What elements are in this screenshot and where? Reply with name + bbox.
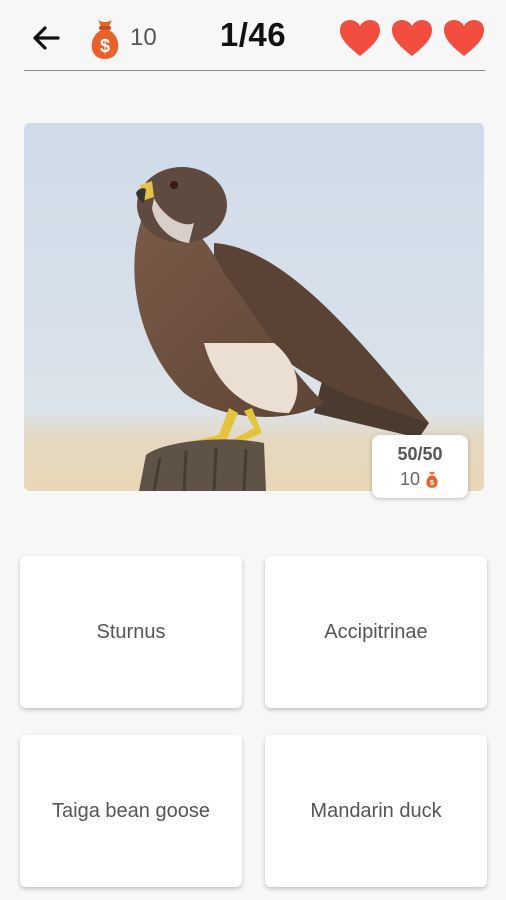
- answer-button-2[interactable]: Accipitrinae: [265, 556, 487, 708]
- heart-icon: [340, 20, 380, 56]
- heart-icon: [392, 20, 432, 56]
- score-badge: 50/50 10 $: [372, 435, 468, 498]
- top-bar: $ 10 1/46: [0, 0, 506, 72]
- lives: [338, 18, 486, 58]
- reward-row: 10 $: [400, 468, 440, 490]
- heart-icon: [444, 20, 484, 56]
- money-bag-icon: $: [426, 471, 438, 488]
- reward-value: 10: [399, 469, 421, 489]
- answer-button-3[interactable]: Taiga bean goose: [20, 735, 242, 887]
- answer-button-4[interactable]: Mandarin duck: [265, 735, 487, 887]
- answer-button-1[interactable]: Sturnus: [20, 556, 242, 708]
- score-value: 50/50: [397, 444, 443, 464]
- header-divider: [24, 70, 485, 71]
